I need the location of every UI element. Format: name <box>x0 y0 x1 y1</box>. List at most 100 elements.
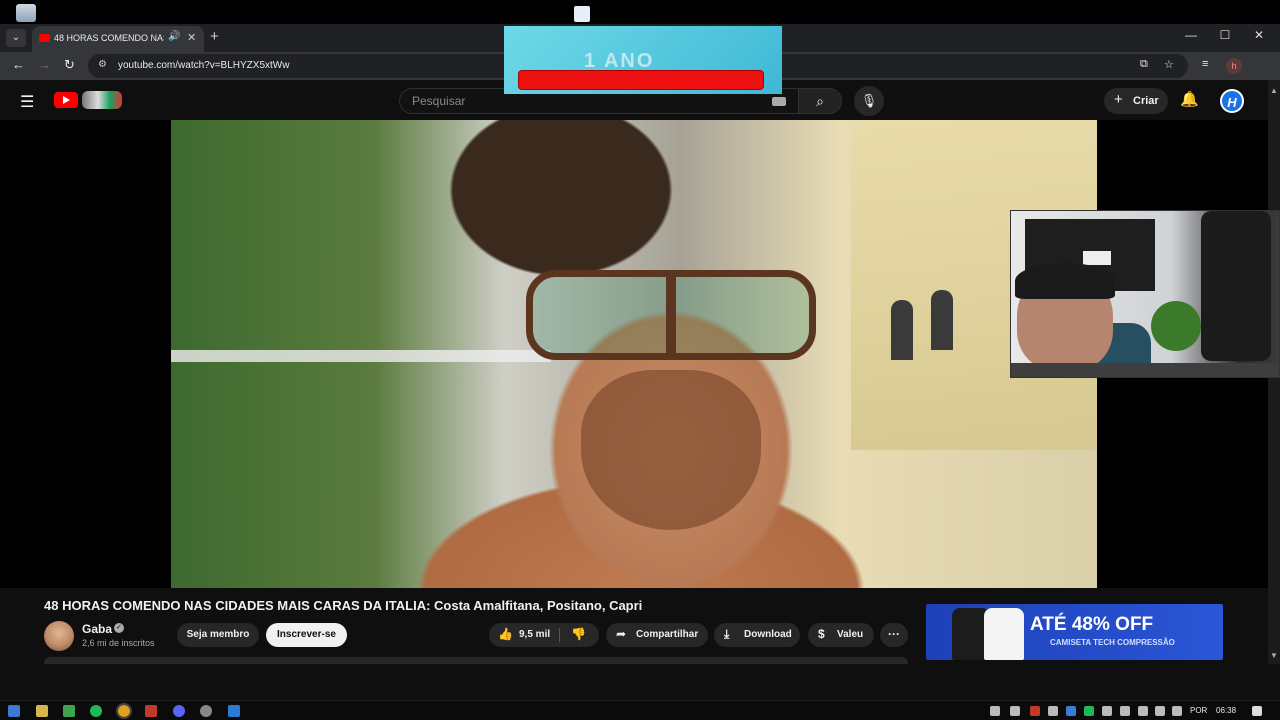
tray-icon[interactable] <box>1102 706 1112 716</box>
maximize-button[interactable]: ☐ <box>1210 28 1240 42</box>
webcam-scene-cap <box>1015 263 1115 299</box>
close-window-button[interactable]: ✕ <box>1244 28 1274 42</box>
clock[interactable]: 06:38 <box>1216 706 1236 715</box>
join-member-button[interactable]: Seja membro <box>177 623 259 647</box>
ad-shirt-white-image <box>984 608 1024 660</box>
media-controls-icon[interactable]: ≡ <box>1202 58 1208 70</box>
tray-usb-icon[interactable] <box>1138 706 1148 716</box>
keyboard-icon[interactable] <box>772 97 786 106</box>
discord-icon[interactable] <box>173 705 185 717</box>
app-icon[interactable] <box>63 705 75 717</box>
close-tab-icon[interactable]: ✕ <box>187 31 196 44</box>
minimize-button[interactable]: — <box>1176 28 1206 42</box>
webcam-scene-shirt <box>1201 211 1271 361</box>
scroll-up-icon[interactable]: ▲ <box>1270 86 1278 95</box>
chrome-icon[interactable] <box>116 703 132 719</box>
create-button[interactable]: + Criar <box>1104 88 1168 114</box>
tray-mic-icon[interactable] <box>1120 706 1130 716</box>
video-title: 48 HORAS COMENDO NAS CIDADES MAIS CARAS … <box>44 598 643 613</box>
subscribe-button[interactable]: Inscrever-se <box>266 623 347 647</box>
tray-spotify-icon[interactable] <box>1084 706 1094 716</box>
download-label: Download <box>744 629 792 640</box>
site-info-icon[interactable]: ⚙ <box>98 59 107 70</box>
verified-badge-icon: ✓ <box>114 623 124 633</box>
ad-banner[interactable]: ATÉ 48% OFF CAMISETA TECH COMPRESSÃO <box>926 604 1223 660</box>
video-scene-railing <box>171 350 551 362</box>
recycle-bin-icon[interactable] <box>16 4 36 22</box>
create-label: Criar <box>1133 95 1159 107</box>
news-app-icon[interactable] <box>145 705 157 717</box>
overlay-progress-bar <box>518 70 764 90</box>
video-frame[interactable] <box>171 120 1097 588</box>
tray-icon[interactable] <box>1030 706 1040 716</box>
scroll-down-icon[interactable]: ▼ <box>1270 651 1278 660</box>
language-indicator[interactable]: POR <box>1190 706 1207 715</box>
volume-icon[interactable] <box>1172 706 1182 716</box>
video-scene-window <box>931 290 953 350</box>
thanks-icon: $ <box>818 627 825 641</box>
subscriber-count: 2,6 mi de inscritos <box>82 638 155 648</box>
video-scene-face <box>581 370 761 530</box>
app-icon-2[interactable] <box>228 705 240 717</box>
tab-title: 48 HORAS COMENDO NAS <box>54 33 164 43</box>
desktop-background <box>0 0 1280 24</box>
back-icon[interactable]: ← <box>12 57 25 72</box>
like-count[interactable]: 9,5 mil <box>519 629 550 640</box>
like-dislike-group: 👍 9,5 mil 👎 <box>489 623 599 647</box>
like-divider <box>559 628 560 642</box>
download-button[interactable]: ⤓ Download <box>714 623 800 647</box>
network-icon[interactable] <box>1155 706 1165 716</box>
stream-overlay-banner: 1 ANO <box>504 26 782 94</box>
notifications-bell-icon[interactable]: 🔔 <box>1180 90 1199 108</box>
like-icon[interactable]: 👍 <box>498 627 513 641</box>
video-scene-window <box>891 300 913 360</box>
youtube-logo-icon[interactable] <box>54 92 78 108</box>
tray-icon[interactable] <box>1066 706 1076 716</box>
browser-tab-active[interactable]: 48 HORAS COMENDO NAS 🔊 ✕ <box>32 26 204 52</box>
video-scene-glasses-bridge <box>666 270 676 360</box>
download-icon: ⤓ <box>724 627 730 641</box>
profile-avatar[interactable]: h <box>1226 58 1242 74</box>
windows-taskbar: POR 06:38 <box>0 700 1280 720</box>
thanks-label: Valeu <box>837 629 864 640</box>
install-app-icon[interactable]: ⧉ <box>1140 58 1148 71</box>
channel-avatar[interactable] <box>44 621 74 651</box>
tray-icon[interactable] <box>1010 706 1020 716</box>
tray-icon[interactable] <box>1048 706 1058 716</box>
audio-playing-icon[interactable]: 🔊 <box>168 31 180 42</box>
tray-headset-icon[interactable] <box>990 706 1000 716</box>
share-label: Compartilhar <box>636 629 699 640</box>
webcam-scene-plant <box>1151 301 1201 351</box>
share-button[interactable]: ➦ Compartilhar <box>606 623 708 647</box>
search-placeholder: Pesquisar <box>412 94 466 108</box>
webcam-overlay <box>1010 210 1280 378</box>
spotify-icon[interactable] <box>90 705 102 717</box>
youtube-doodle-logo[interactable] <box>82 91 122 109</box>
tab-search-button[interactable]: ⌄ <box>6 29 26 47</box>
new-tab-button[interactable]: + <box>210 28 219 45</box>
url-text: youtube.com/watch?v=BLHYZX5xtWw <box>118 60 290 71</box>
thanks-button[interactable]: $ Valeu <box>808 623 874 647</box>
desktop-file-icon[interactable] <box>574 6 590 22</box>
menu-icon[interactable]: ☰ <box>20 92 34 112</box>
start-menu-icon[interactable] <box>8 705 20 717</box>
webcam-scene-desk <box>1011 363 1279 377</box>
channel-name[interactable]: Gaba <box>82 622 112 636</box>
account-avatar[interactable]: H <box>1220 89 1244 113</box>
more-actions-button[interactable]: ··· <box>880 623 908 647</box>
notifications-icon[interactable] <box>1252 706 1262 716</box>
file-explorer-icon[interactable] <box>36 705 48 717</box>
bookmark-star-icon[interactable]: ☆ <box>1164 58 1174 71</box>
dislike-icon[interactable]: 👎 <box>571 627 586 641</box>
ad-subline: CAMISETA TECH COMPRESSÃO <box>1050 638 1175 647</box>
youtube-favicon-icon <box>39 34 50 42</box>
webcam-scene-box <box>1083 251 1111 265</box>
reload-icon[interactable]: ↻ <box>64 57 75 73</box>
obs-icon[interactable] <box>200 705 212 717</box>
search-button[interactable]: ⌕ <box>798 88 842 114</box>
ad-headline: ATÉ 48% OFF <box>1030 614 1154 635</box>
forward-icon[interactable]: → <box>38 57 51 72</box>
voice-search-icon[interactable]: 🎙 <box>854 86 884 116</box>
plus-icon: + <box>1114 91 1123 108</box>
description-box[interactable] <box>44 657 908 664</box>
